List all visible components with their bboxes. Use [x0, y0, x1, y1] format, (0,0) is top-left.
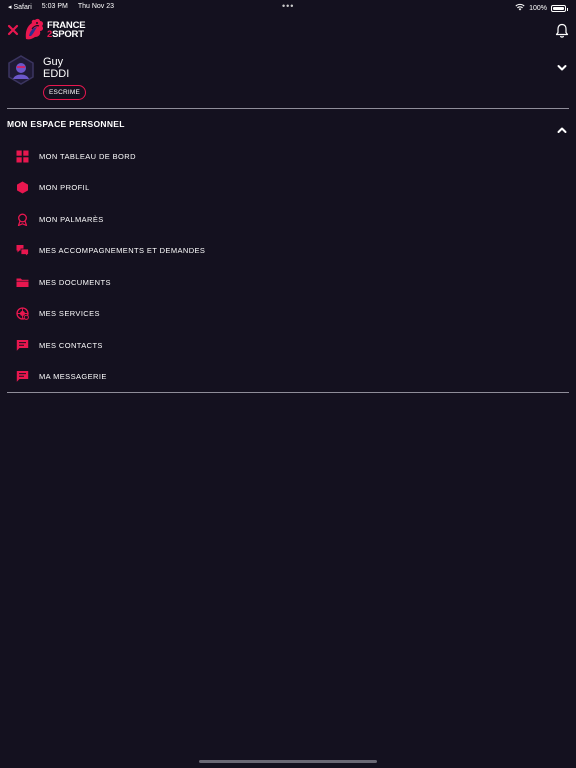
menu-item-label: MON TABLEAU DE BORD [39, 152, 136, 161]
bell-icon [555, 23, 569, 38]
home-indicator[interactable] [199, 760, 377, 763]
brand-line-2-text: SPORT [52, 29, 84, 40]
wifi-icon [515, 3, 525, 13]
menu-item-dashboard[interactable]: MON TABLEAU DE BORD [0, 148, 576, 166]
menu-item-label: MES ACCOMPAGNEMENTS ET DEMANDES [39, 246, 206, 255]
folder-icon [16, 278, 29, 287]
avatar [7, 55, 35, 85]
battery-icon [551, 4, 568, 12]
menu-item-accompaniments[interactable]: MES ACCOMPAGNEMENTS ET DEMANDES [0, 242, 576, 260]
chat-bubbles-icon [16, 245, 29, 257]
menu-item-label: MA MESSAGERIE [39, 372, 107, 381]
menu-item-palmares[interactable]: MON PALMARÈS [0, 211, 576, 229]
menu-item-profile[interactable]: MON PROFIL [0, 179, 576, 197]
chevron-down-icon [557, 65, 567, 71]
menu-item-label: MON PROFIL [39, 183, 90, 192]
close-icon [7, 24, 19, 36]
menu-item-contacts[interactable]: MES CONTACTS [0, 337, 576, 355]
brand-logo: FRANCE 2SPORT [23, 18, 86, 42]
back-to-app-link[interactable]: ◂ Safari [8, 3, 32, 11]
close-button[interactable] [6, 23, 20, 37]
menu-item-label: MES DOCUMENTS [39, 278, 111, 287]
top-bar: FRANCE 2SPORT [0, 16, 576, 46]
battery-percent: 100% [529, 4, 547, 12]
services-icon [16, 307, 29, 320]
menu-item-documents[interactable]: MES DOCUMENTS [0, 274, 576, 292]
message-icon [16, 371, 29, 382]
profile-last-name: EDDI [43, 68, 70, 80]
notifications-button[interactable] [555, 23, 569, 39]
medal-icon [17, 213, 28, 226]
brand-wordmark: FRANCE 2SPORT [47, 21, 86, 40]
message-icon [16, 340, 29, 351]
menu-item-label: MES SERVICES [39, 309, 100, 318]
hexagon-profile-icon [17, 181, 28, 194]
menu-item-services[interactable]: MES SERVICES [0, 305, 576, 323]
rooster-logo-icon [25, 18, 44, 40]
menu-item-label: MES CONTACTS [39, 341, 103, 350]
hexagon-avatar-icon [8, 55, 34, 85]
section-collapse-toggle[interactable] [557, 121, 567, 133]
status-date: Thu Nov 23 [77, 3, 115, 10]
multitasking-dots[interactable]: ••• [282, 1, 294, 11]
dashboard-icon [16, 150, 29, 163]
status-time: 5:03 PM [41, 3, 68, 10]
profile-first-name: Guy [43, 56, 64, 68]
section-title: MON ESPACE PERSONNEL [7, 119, 125, 129]
section-header[interactable]: MON ESPACE PERSONNEL [0, 116, 576, 133]
menu-item-label: MON PALMARÈS [39, 215, 104, 224]
chevron-up-icon [557, 127, 567, 133]
profile-header[interactable]: Guy EDDI ESCRIME [0, 52, 576, 102]
divider-bottom [7, 392, 569, 393]
status-bar: ◂ Safari 5:03 PM Thu Nov 23 ••• 100% [0, 0, 576, 14]
menu-item-messaging[interactable]: MA MESSAGERIE [0, 368, 576, 386]
sport-badge: ESCRIME [43, 85, 87, 100]
profile-expand-toggle[interactable] [557, 59, 567, 71]
divider-top [7, 108, 569, 109]
brand-line-2: 2SPORT [47, 29, 85, 40]
